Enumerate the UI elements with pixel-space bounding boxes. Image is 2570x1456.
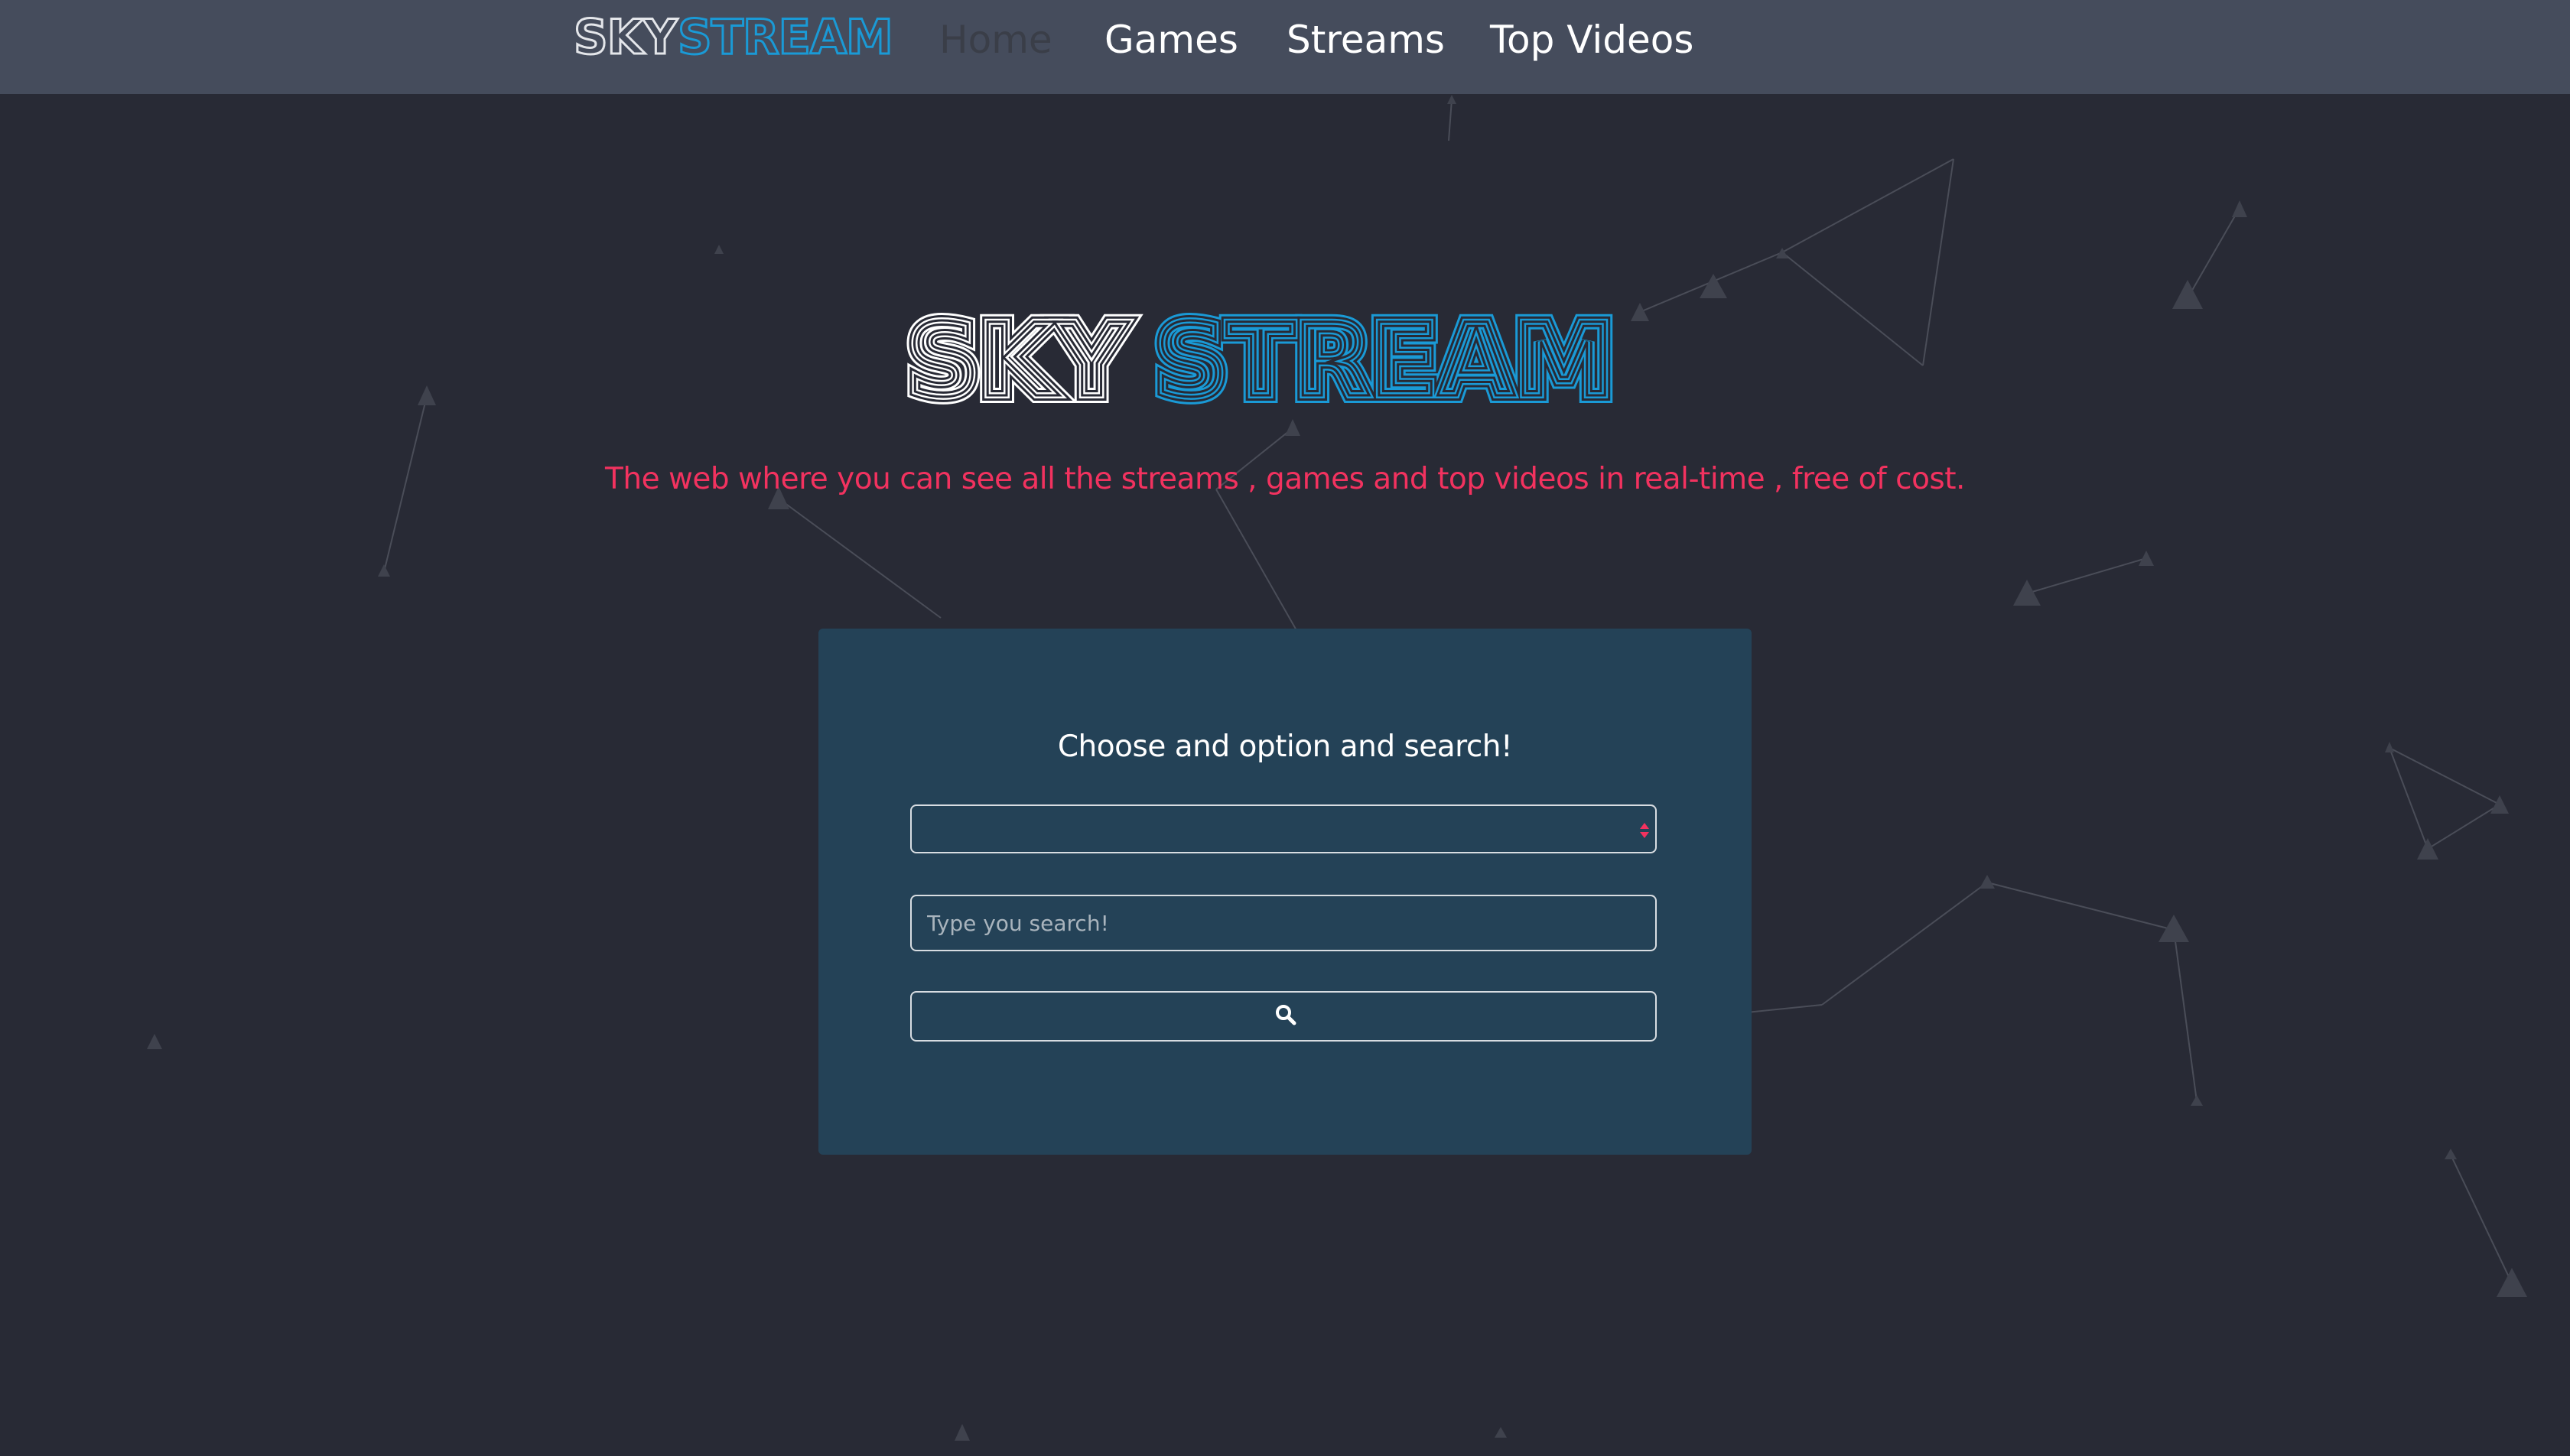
hero-logo-stream-inner: STREAM (1155, 302, 1612, 409)
nav-link-games[interactable]: Games (1104, 17, 1238, 63)
nav-link-streams[interactable]: Streams (1287, 17, 1445, 63)
search-card-title: Choose and option and search! (1057, 730, 1513, 764)
search-card: Choose and option and search! (818, 629, 1752, 1155)
navbar: SKY STREAM Home Games Streams Top Videos (0, 0, 2570, 94)
search-button[interactable] (910, 991, 1657, 1042)
hero-logo-sky-inner: SKY (907, 302, 1129, 409)
nav-logo-sky: SKY (574, 12, 678, 63)
nav-link-top-videos[interactable]: Top Videos (1490, 17, 1693, 63)
select-arrows-icon (1640, 823, 1649, 838)
tagline: The web where you can see all the stream… (605, 462, 1965, 496)
nav-logo[interactable]: SKY STREAM (574, 12, 895, 63)
search-icon (1276, 1005, 1296, 1025)
hero-logo: SKY SKY SKY SKY STREAM STREAM STREAM STR… (899, 294, 1667, 427)
nav-link-home[interactable]: Home (939, 17, 1052, 63)
search-input[interactable] (910, 895, 1657, 951)
nav-logo-stream: STREAM (678, 12, 893, 63)
category-select[interactable] (910, 804, 1657, 853)
